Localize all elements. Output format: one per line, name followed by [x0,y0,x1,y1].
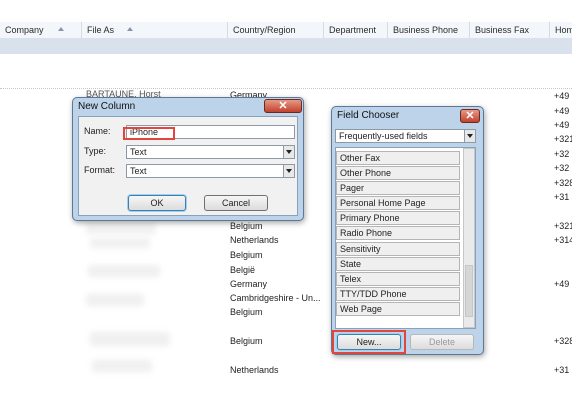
format-select-value: Text [130,166,147,176]
redacted-block [86,294,144,306]
country-cell[interactable]: Belgium [230,250,263,260]
dialog-title: New Column [78,101,136,112]
home-phone-cell[interactable]: +314 [554,235,572,245]
country-cell[interactable]: Germany [230,279,267,289]
col-home[interactable]: Hom [550,22,572,38]
col-department-label: Department [329,25,377,35]
home-phone-cell[interactable]: +49 [554,279,569,289]
delete-field-button[interactable]: Delete [410,334,474,350]
field-list-scrollbar[interactable] [463,148,475,328]
country-cell[interactable]: Belgium [230,307,263,317]
chevron-down-icon[interactable] [464,130,475,142]
type-label: Type: [84,146,107,156]
field-category-select[interactable]: Frequently-used fields [335,129,476,143]
field-chooser-title: Field Chooser [337,110,400,121]
field-item[interactable]: State [336,257,460,271]
col-file-as[interactable]: File As [82,22,228,38]
col-department[interactable]: Department [324,22,388,38]
home-phone-cell[interactable]: +328 [554,336,572,346]
field-item[interactable]: Pager [336,181,460,195]
sort-arrow-icon[interactable] [127,27,133,31]
home-phone-cell[interactable]: +49 [554,120,569,130]
country-cell[interactable]: Belgium [230,221,263,231]
redacted-block [92,360,152,372]
home-phone-cell[interactable]: +321 [554,221,572,231]
col-business-phone[interactable]: Business Phone [388,22,470,38]
col-business-phone-label: Business Phone [393,25,459,35]
field-item[interactable]: Web Page [336,302,460,316]
field-item[interactable]: Telex [336,272,460,286]
chevron-down-icon[interactable] [283,146,294,158]
country-cell[interactable]: Cambridgeshire - Un... [230,293,321,303]
sort-arrow-icon[interactable] [58,27,64,31]
redacted-block [88,265,160,277]
col-business-fax[interactable]: Business Fax [470,22,550,38]
country-cell[interactable]: België [230,265,255,275]
col-file-as-label: File As [87,25,115,35]
col-country-label: Country/Region [233,25,296,35]
col-company-label: Company [5,25,44,35]
dialog-body: Name: iPhone Type: Text Format: Text OK … [78,116,298,216]
redacted-block [90,238,150,248]
filter-row[interactable] [0,38,572,54]
country-cell[interactable]: Netherlands [230,235,279,245]
home-phone-cell[interactable]: +32 [554,163,569,173]
redacted-block [86,222,156,234]
chevron-down-icon[interactable] [283,165,294,177]
type-select[interactable]: Text [126,145,295,159]
col-country-region[interactable]: Country/Region [228,22,324,38]
format-label: Format: [84,165,116,175]
country-cell[interactable]: Netherlands [230,365,279,375]
home-phone-cell[interactable]: +49 [554,106,569,116]
new-column-dialog: New Column ✕ Name: iPhone Type: Text For… [72,97,304,221]
field-item[interactable]: TTY/TDD Phone [336,287,460,301]
field-item[interactable]: Other Fax [336,151,460,165]
col-company[interactable]: Company [0,22,82,38]
field-category-value: Frequently-used fields [339,131,428,141]
highlight-box [332,330,406,354]
home-phone-cell[interactable]: +328 [554,178,572,188]
col-business-fax-label: Business Fax [475,25,530,35]
redacted-block [90,332,170,346]
field-item[interactable]: Sensitivity [336,242,460,256]
field-item[interactable]: Other Phone [336,166,460,180]
home-phone-cell[interactable]: +49 [554,91,569,101]
home-phone-cell[interactable]: +31 4 [554,192,572,202]
type-select-value: Text [130,147,147,157]
cancel-button[interactable]: Cancel [204,195,268,211]
ok-button[interactable]: OK [128,195,186,211]
field-item[interactable]: Personal Home Page [336,196,460,210]
home-phone-cell[interactable]: +31 [554,365,569,375]
field-item[interactable]: Radio Phone [336,226,460,240]
name-label: Name: [84,126,111,136]
close-icon[interactable]: ✕ [460,109,480,123]
home-phone-cell[interactable]: +321 [554,134,572,144]
home-phone-cell[interactable]: +32 [554,149,569,159]
scrollbar-thumb[interactable] [465,265,473,317]
field-item[interactable]: Primary Phone [336,211,460,225]
format-select[interactable]: Text [126,164,295,178]
col-home-label: Hom [555,25,572,35]
highlight-box [123,127,175,140]
close-icon[interactable]: ✕ [264,99,302,113]
country-cell[interactable]: Belgium [230,336,263,346]
column-header: Company File As Country/Region Departmen… [0,22,572,39]
